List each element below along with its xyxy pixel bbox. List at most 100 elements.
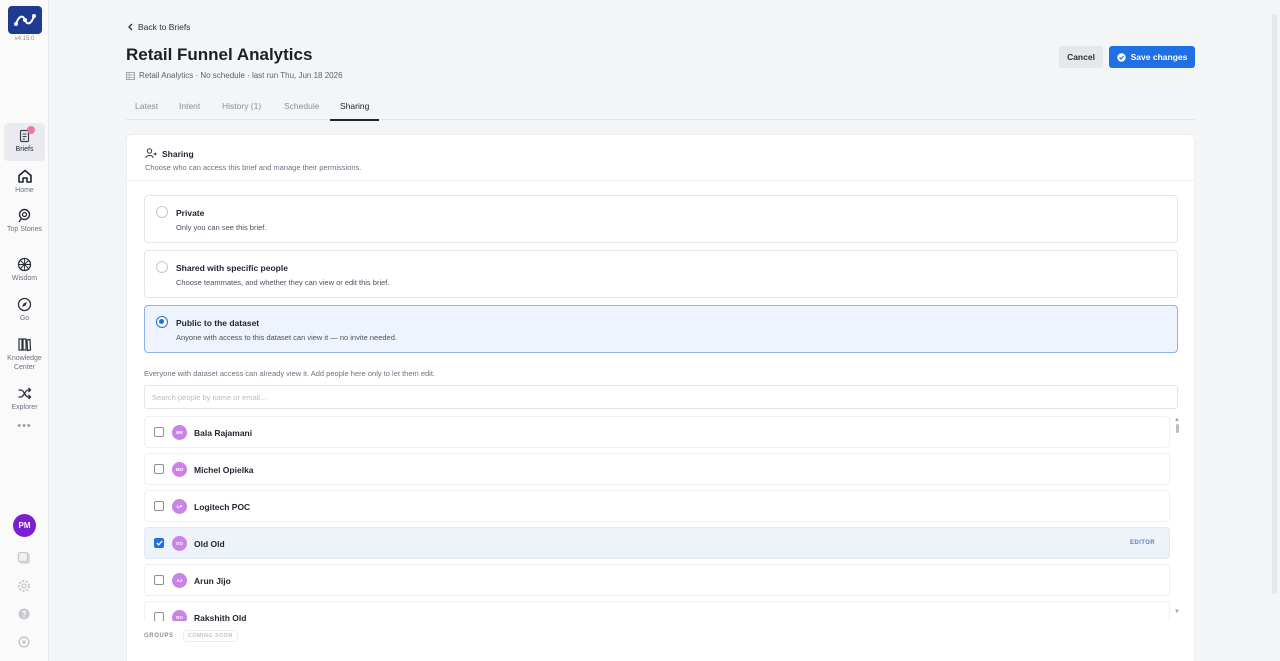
sidebar-item-label: Wisdom bbox=[11, 275, 38, 282]
user-avatar[interactable]: PM bbox=[13, 514, 36, 537]
sidebar-item-label: Top Stories bbox=[6, 226, 43, 233]
person-checkbox[interactable] bbox=[154, 501, 164, 511]
sidebar-item-label: Explorer bbox=[11, 404, 38, 411]
scroll-up-arrow[interactable]: ▲ bbox=[1174, 417, 1180, 423]
visibility-option-private[interactable]: Private Only you can see this brief. bbox=[144, 195, 1178, 243]
knowledge-center-icon bbox=[18, 338, 32, 352]
person-avatar: MO bbox=[172, 462, 187, 477]
sidebar-item-label: Go bbox=[19, 315, 30, 322]
coming-soon-badge: COMING SOON bbox=[183, 630, 238, 642]
wisdom-icon bbox=[17, 257, 32, 272]
brief-meta-text: Retail Analytics · No schedule · last ru… bbox=[139, 71, 343, 80]
compass-icon bbox=[17, 297, 32, 312]
divider bbox=[127, 180, 1196, 181]
gear-icon[interactable] bbox=[17, 579, 31, 593]
sidebar-item-label: Briefs bbox=[15, 146, 34, 153]
person-row[interactable]: BR Bala Rajamani bbox=[144, 416, 1170, 448]
person-name: Michel Opielka bbox=[194, 465, 254, 475]
user-share-icon bbox=[145, 148, 157, 159]
person-row[interactable]: MO Michel Opielka bbox=[144, 453, 1170, 485]
app-version: v4.15.0 bbox=[14, 36, 35, 42]
settings-cog-icon[interactable] bbox=[17, 635, 31, 649]
page-title: Retail Funnel Analytics bbox=[126, 45, 313, 64]
option-title: Public to the dataset bbox=[176, 318, 260, 328]
person-row[interactable]: OO Old Old EDITOR bbox=[144, 527, 1170, 559]
person-checkbox[interactable] bbox=[154, 612, 164, 621]
tab-sharing[interactable]: Sharing bbox=[330, 101, 380, 121]
option-title: Shared with specific people bbox=[176, 263, 288, 273]
sharing-header: Sharing bbox=[145, 148, 194, 159]
visibility-option-shared[interactable]: Shared with specific people Choose teamm… bbox=[144, 250, 1178, 298]
sidebar-item-briefs[interactable]: Briefs bbox=[4, 123, 45, 161]
help-icon[interactable] bbox=[17, 607, 31, 621]
app-logo[interactable] bbox=[8, 6, 42, 34]
brief-tabs: Latest Intent History (1) Schedule Shari… bbox=[126, 99, 1195, 121]
edit-helper-text: Everyone with dataset access can already… bbox=[144, 369, 435, 378]
person-row[interactable]: RO Rakshith Old bbox=[144, 601, 1170, 621]
sharing-title: Sharing bbox=[162, 148, 194, 159]
sidebar-item-knowledge-center[interactable]: Knowledge Center bbox=[4, 337, 45, 372]
notification-badge bbox=[27, 126, 35, 134]
tab-history[interactable]: History (1) bbox=[222, 101, 261, 119]
page-scrollbar[interactable] bbox=[1272, 14, 1277, 594]
person-checkbox[interactable] bbox=[154, 575, 164, 585]
option-description: Anyone with access to this dataset can v… bbox=[176, 333, 397, 342]
check-circle-icon bbox=[1116, 52, 1126, 62]
brief-meta: Retail Analytics · No schedule · last ru… bbox=[126, 71, 343, 80]
cancel-button[interactable]: Cancel bbox=[1059, 46, 1103, 68]
top-stories-icon bbox=[18, 208, 31, 223]
sidebar-item-explorer[interactable]: Explorer bbox=[4, 386, 45, 412]
option-description: Choose teammates, and whether they can v… bbox=[176, 278, 390, 287]
person-row[interactable]: LP Logitech POC bbox=[144, 490, 1170, 522]
radio-shared[interactable] bbox=[156, 261, 168, 273]
save-button-label: Save changes bbox=[1130, 52, 1188, 62]
more-items-button[interactable]: ••• bbox=[0, 420, 49, 432]
person-avatar: AJ bbox=[172, 573, 187, 588]
save-changes-button[interactable]: Save changes bbox=[1109, 46, 1195, 68]
sidebar-item-label: Home bbox=[15, 187, 34, 194]
person-avatar: BR bbox=[172, 425, 187, 440]
sharing-description: Choose who can access this brief and man… bbox=[145, 163, 362, 172]
person-name: Logitech POC bbox=[194, 502, 251, 512]
person-name: Arun Jijo bbox=[194, 576, 231, 586]
shuffle-icon bbox=[18, 387, 32, 400]
layers-icon[interactable] bbox=[17, 551, 31, 565]
people-list[interactable]: BR Bala Rajamani MO Michel Opielka LP Lo… bbox=[144, 416, 1170, 621]
table-icon bbox=[126, 71, 135, 80]
sidebar-item-home[interactable]: Home bbox=[4, 168, 45, 195]
role-badge[interactable]: EDITOR bbox=[1130, 540, 1155, 546]
sidebar-item-top-stories[interactable]: Top Stories bbox=[4, 208, 45, 234]
tab-latest[interactable]: Latest bbox=[135, 101, 158, 119]
groups-section-label: GROUPS bbox=[144, 633, 174, 639]
option-title: Private bbox=[176, 208, 205, 218]
people-search-input[interactable] bbox=[144, 385, 1178, 409]
person-checkbox[interactable] bbox=[154, 538, 164, 548]
list-scrollbar-thumb[interactable] bbox=[1176, 424, 1179, 433]
tab-intent[interactable]: Intent bbox=[179, 101, 200, 119]
option-description: Only you can see this brief. bbox=[176, 223, 267, 232]
visibility-option-public[interactable]: Public to the dataset Anyone with access… bbox=[144, 305, 1178, 353]
person-checkbox[interactable] bbox=[154, 464, 164, 474]
person-checkbox[interactable] bbox=[154, 427, 164, 437]
person-name: Bala Rajamani bbox=[194, 428, 253, 438]
back-to-briefs-link[interactable]: Back to Briefs bbox=[127, 22, 190, 32]
tab-schedule[interactable]: Schedule bbox=[284, 101, 319, 119]
person-avatar: OO bbox=[172, 536, 187, 551]
person-name: Old Old bbox=[194, 539, 225, 549]
sharing-card: Sharing Choose who can access this brief… bbox=[126, 134, 1196, 661]
person-row[interactable]: AJ Arun Jijo bbox=[144, 564, 1170, 596]
sidebar-item-label: Knowledge Center bbox=[7, 355, 42, 371]
chevron-left-icon bbox=[128, 23, 133, 31]
checkmark-icon bbox=[155, 540, 163, 546]
scroll-down-arrow[interactable]: ▼ bbox=[1174, 609, 1180, 615]
sidebar-item-go[interactable]: Go bbox=[4, 297, 45, 323]
sidebar: v4.15.0 Briefs Home Top Stories Wisdom G… bbox=[0, 0, 49, 661]
sidebar-item-wisdom[interactable]: Wisdom bbox=[4, 257, 45, 283]
back-link-label: Back to Briefs bbox=[138, 22, 191, 32]
radio-public[interactable] bbox=[156, 316, 168, 328]
person-avatar: LP bbox=[172, 499, 187, 514]
person-name: Rakshith Old bbox=[194, 613, 247, 621]
radio-private[interactable] bbox=[156, 206, 168, 218]
logo-icon bbox=[14, 14, 36, 26]
home-icon bbox=[17, 169, 32, 183]
